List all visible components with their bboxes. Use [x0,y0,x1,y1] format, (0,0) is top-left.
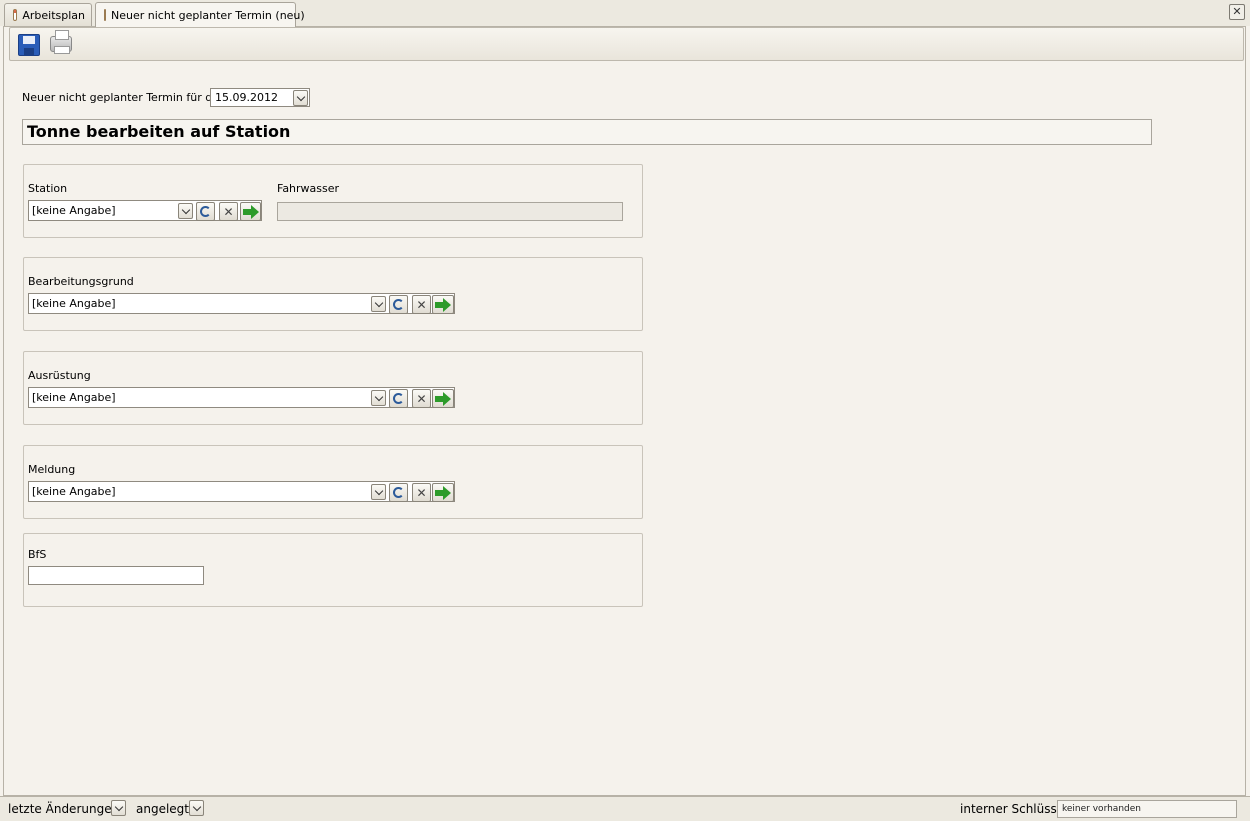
tab-label: Neuer nicht geplanter Termin (neu) [111,8,305,22]
clear-x-icon: ✕ [416,297,427,312]
station-combo[interactable]: [keine Angabe] ✕ [28,200,262,221]
chevron-down-icon[interactable] [371,296,386,312]
clear-button[interactable]: ✕ [412,295,431,314]
calendar-icon [104,9,106,21]
clear-button[interactable]: ✕ [412,389,431,408]
refresh-button[interactable] [389,483,408,502]
floppy-disk-icon [18,34,40,56]
bearbeitungsgrund-value: [keine Angabe] [32,297,116,310]
tab-label: Arbeitsplan [22,8,85,22]
clear-x-icon: ✕ [223,204,234,219]
meldung-group: Meldung [keine Angabe] ✕ [23,445,643,519]
save-button[interactable] [15,32,41,58]
chevron-down-icon[interactable] [371,390,386,406]
refresh-button[interactable] [389,389,408,408]
chevron-down-icon[interactable] [178,203,193,219]
clear-button[interactable]: ✕ [219,202,238,221]
created-label: angelegt [136,802,189,816]
internal-key-label: interner Schlüssel [960,802,1068,816]
chevron-down-icon[interactable] [371,484,386,500]
goto-button[interactable] [432,295,454,314]
bearbeitungsgrund-label: Bearbeitungsgrund [28,275,134,288]
date-picker[interactable]: 15.09.2012 [210,88,310,107]
refresh-button[interactable] [389,295,408,314]
green-arrow-right-icon [242,204,260,219]
last-changes-label: letzte Änderungen [8,802,120,816]
goto-button[interactable] [432,389,454,408]
goto-button[interactable] [432,483,454,502]
refresh-icon [393,393,404,404]
ausruestung-combo[interactable]: [keine Angabe] ✕ [28,387,455,408]
bfs-input[interactable] [28,566,204,585]
meldung-label: Meldung [28,463,76,476]
bearbeitungsgrund-group: Bearbeitungsgrund [keine Angabe] ✕ [23,257,643,331]
tab-arbeitsplan[interactable]: Arbeitsplan [4,3,92,26]
internal-key-field: keiner vorhanden [1057,800,1237,818]
green-arrow-right-icon [434,485,452,500]
bfs-label: BfS [28,548,47,561]
date-value: 15.09.2012 [215,91,278,104]
clear-x-icon: ✕ [416,485,427,500]
page-title: Tonne bearbeiten auf Station [22,119,1152,145]
created-dropdown[interactable] [189,800,204,816]
green-arrow-right-icon [434,391,452,406]
station-group: Station Fahrwasser [keine Angabe] ✕ [23,164,643,238]
close-icon: ✕ [1232,5,1242,18]
chevron-down-icon[interactable] [293,90,308,106]
ausruestung-group: Ausrüstung [keine Angabe] ✕ [23,351,643,425]
station-label: Station [28,182,68,195]
fahrwasser-field [277,202,623,221]
ausruestung-label: Ausrüstung [28,369,91,382]
refresh-icon [393,487,404,498]
calendar-icon [13,9,18,21]
bfs-group: BfS [23,533,643,607]
meldung-combo[interactable]: [keine Angabe] ✕ [28,481,455,502]
tab-neuer-termin[interactable]: Neuer nicht geplanter Termin (neu) [95,2,305,27]
goto-button[interactable] [240,202,261,221]
last-changes-dropdown[interactable] [111,800,126,816]
print-button[interactable] [47,30,73,58]
refresh-button[interactable] [196,202,215,221]
ausruestung-value: [keine Angabe] [32,391,116,404]
fahrwasser-label: Fahrwasser [277,182,340,195]
green-arrow-right-icon [434,297,452,312]
printer-icon [50,30,72,54]
refresh-icon [200,206,211,217]
tab-bar: Arbeitsplan Neuer nicht geplanter Termin… [0,0,1250,27]
station-value: [keine Angabe] [32,204,116,217]
bearbeitungsgrund-combo[interactable]: [keine Angabe] ✕ [28,293,455,314]
clear-x-icon: ✕ [416,391,427,406]
date-label: Neuer nicht geplanter Termin für den [22,91,226,104]
meldung-value: [keine Angabe] [32,485,116,498]
close-tab-button[interactable]: ✕ [1229,4,1245,20]
clear-button[interactable]: ✕ [412,483,431,502]
status-bar: letzte Änderungen angelegt interner Schl… [0,796,1250,821]
refresh-icon [393,299,404,310]
toolbar [9,27,1244,61]
